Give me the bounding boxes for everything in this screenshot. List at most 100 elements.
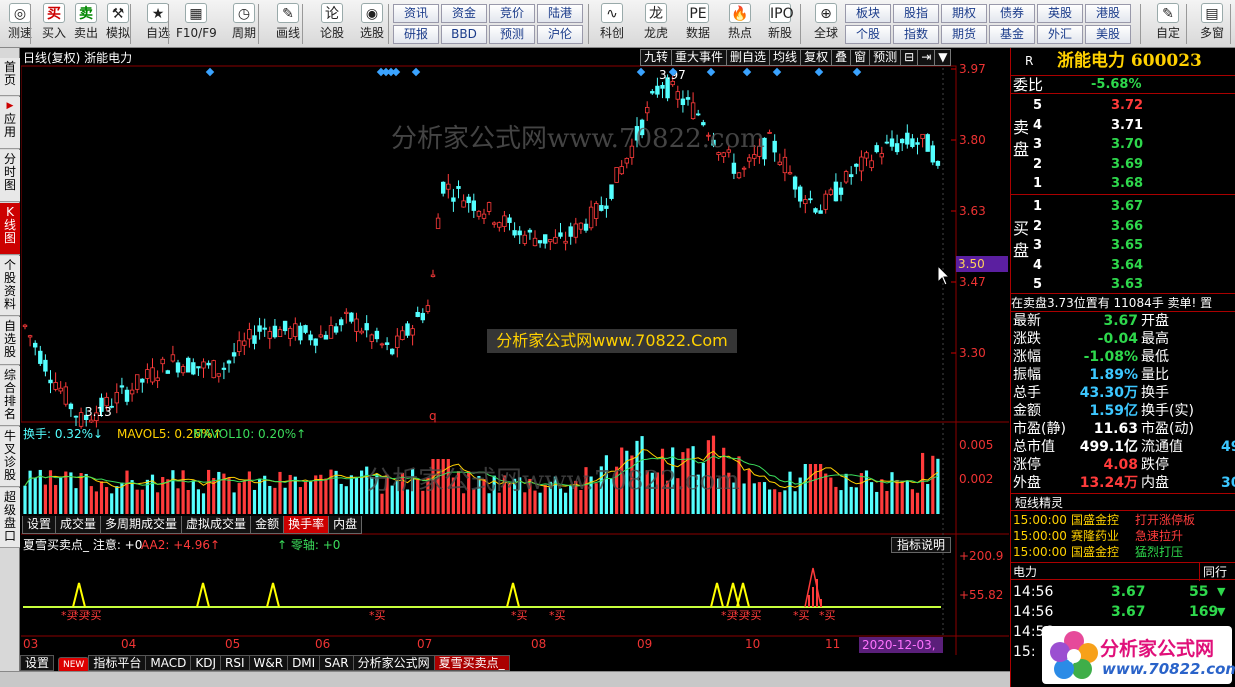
- chart-option-button[interactable]: ⇥: [917, 49, 936, 66]
- toolbar-dragon-tiger-button[interactable]: 龙龙虎: [636, 0, 676, 40]
- chart-option-button[interactable]: ▼: [934, 49, 952, 66]
- volume-sub-tab[interactable]: 内盘: [328, 516, 363, 534]
- quick-button[interactable]: 期权: [941, 4, 987, 23]
- sell-level-row[interactable]: 3 3.70: [1011, 136, 1235, 154]
- toolbar-f10-button[interactable]: ▦ F10/F9: [176, 0, 217, 40]
- volume-sub-tab[interactable]: 金额: [250, 516, 285, 534]
- short-line-item[interactable]: 15:00:00 赛隆药业 急速拉升: [1011, 528, 1235, 544]
- indicator-tab[interactable]: KDJ: [190, 655, 221, 671]
- peers-tab[interactable]: 同行: [1199, 563, 1227, 581]
- stat-right-label: 最高: [1141, 331, 1169, 347]
- chart-option-button[interactable]: 窗: [850, 49, 871, 66]
- buy-level-row[interactable]: 3 3.65: [1011, 237, 1235, 255]
- candle-body: [502, 215, 507, 227]
- indicator-tab[interactable]: RSI: [220, 655, 250, 671]
- candle-body: [532, 237, 538, 247]
- quick-button[interactable]: 个股: [845, 25, 891, 44]
- volume-sub-tab[interactable]: 成交量: [55, 516, 102, 534]
- toolbar-hot-button[interactable]: 🔥 热点: [720, 0, 760, 40]
- quick-button[interactable]: 资金: [441, 4, 487, 23]
- sell-level-row[interactable]: 5 3.72: [1011, 97, 1235, 115]
- quick-button[interactable]: 沪伦: [537, 25, 583, 44]
- toolbar-custom-button[interactable]: ✎ 自定: [1148, 0, 1188, 40]
- chart-option-button[interactable]: 重大事件: [671, 49, 728, 66]
- left-tab-label: K线图: [4, 205, 17, 245]
- chart-option-button[interactable]: 九转: [640, 49, 673, 66]
- quick-button[interactable]: BBD: [441, 25, 487, 44]
- indicator-tab[interactable]: 分析家公式网: [352, 655, 435, 671]
- buy-level-row[interactable]: 1 3.67: [1011, 198, 1235, 216]
- quick-button[interactable]: 基金: [989, 25, 1035, 44]
- toolbar-hammer-button[interactable]: ⚒ 模拟: [98, 0, 138, 40]
- volume-sub-tab[interactable]: 虚拟成交量: [181, 516, 252, 534]
- quick-button[interactable]: 板块: [845, 4, 891, 23]
- chart-option-button[interactable]: 均线: [769, 49, 802, 66]
- toolbar-star-button[interactable]: ★ 自选: [138, 0, 178, 40]
- event-marker-icon[interactable]: [814, 67, 824, 77]
- event-marker-icon[interactable]: [742, 67, 752, 77]
- toolbar-ipo-button[interactable]: IPO 新股: [760, 0, 800, 40]
- left-tab[interactable]: 综合排名: [0, 366, 20, 426]
- quick-button[interactable]: 债券: [989, 4, 1035, 23]
- toolbar-multi-window-button[interactable]: ▤ 多窗: [1192, 0, 1232, 40]
- left-tab[interactable]: 分时图: [0, 150, 20, 202]
- toolbar-globe-button[interactable]: ⊕ 全球: [806, 0, 846, 40]
- chart-option-button[interactable]: 预测: [869, 49, 902, 66]
- quick-button[interactable]: 研报: [393, 25, 439, 44]
- indicator-help-button[interactable]: 指标说明: [891, 537, 951, 553]
- sell-level-row[interactable]: 2 3.69: [1011, 156, 1235, 174]
- buy-level-row[interactable]: 4 3.64: [1011, 257, 1235, 275]
- left-tab[interactable]: 首页: [0, 58, 20, 96]
- indicator-tab[interactable]: MACD: [145, 655, 192, 671]
- left-tab[interactable]: K线图: [0, 203, 20, 255]
- short-line-item[interactable]: 15:00:00 国盛金控 打开涨停板: [1011, 512, 1235, 528]
- volume-sub-tab[interactable]: 换手率: [283, 516, 330, 534]
- toolbar-select-stock-button[interactable]: ◉ 选股: [352, 0, 392, 40]
- event-marker-icon[interactable]: [772, 67, 782, 77]
- volume-sub-tab[interactable]: 多周期成交量: [100, 516, 183, 534]
- quick-button[interactable]: 期货: [941, 25, 987, 44]
- toolbar-forum-button[interactable]: 论论股: [312, 0, 352, 40]
- event-marker-icon[interactable]: [205, 67, 215, 77]
- sell-level-row[interactable]: 1 3.68: [1011, 175, 1235, 193]
- quick-button[interactable]: 港股: [1085, 4, 1131, 23]
- quick-button[interactable]: 外汇: [1037, 25, 1083, 44]
- indicator-tab[interactable]: W&R: [248, 655, 289, 671]
- sell-level-row[interactable]: 4 3.71: [1011, 117, 1235, 135]
- quick-button[interactable]: 竞价: [489, 4, 535, 23]
- quick-button[interactable]: 资讯: [393, 4, 439, 23]
- volume-sub-tab[interactable]: 设置: [22, 516, 57, 534]
- chart-option-button[interactable]: 复权: [800, 49, 833, 66]
- toolbar-kechuang-button[interactable]: ∿ 科创: [592, 0, 632, 40]
- indicator-tab[interactable]: DMI: [287, 655, 321, 671]
- quick-button[interactable]: 指数: [893, 25, 939, 44]
- left-tab[interactable]: 自选股: [0, 317, 20, 365]
- left-tab[interactable]: 个股资料: [0, 256, 20, 316]
- indicator-tab[interactable]: SAR: [319, 655, 354, 671]
- quick-button[interactable]: 股指: [893, 4, 939, 23]
- chart-option-button[interactable]: 叠: [831, 49, 852, 66]
- event-marker-icon[interactable]: [852, 67, 862, 77]
- indicator-tab[interactable]: 指标平台: [88, 655, 147, 671]
- left-tab[interactable]: 牛叉诊股: [0, 427, 20, 487]
- event-marker-icon[interactable]: [706, 67, 716, 77]
- left-tab[interactable]: 超级盘口: [0, 488, 20, 548]
- short-line-item[interactable]: 15:00:00 国盛金控 猛烈打压: [1011, 544, 1235, 560]
- toolbar-pe-data-button[interactable]: PE 数据: [678, 0, 718, 40]
- kline-chart-area[interactable]: 3.973.803.633.473.303.973.13q换手: 0.32%↓M…: [21, 48, 1009, 668]
- left-tab[interactable]: ▶ 应用: [0, 97, 20, 149]
- indicator-tab[interactable]: 设置: [20, 655, 55, 671]
- watermark-main: 分析家公式网www.70822.com: [391, 124, 765, 154]
- indicator-tab[interactable]: 夏雪买卖点_: [433, 655, 510, 671]
- chart-option-button[interactable]: 删自选: [726, 49, 771, 66]
- event-marker-icon[interactable]: [411, 67, 421, 77]
- quick-button[interactable]: 预测: [489, 25, 535, 44]
- quick-button[interactable]: 英股: [1037, 4, 1083, 23]
- quick-button[interactable]: 陆港: [537, 4, 583, 23]
- buy-level-row[interactable]: 5 3.63: [1011, 276, 1235, 294]
- quick-button[interactable]: 美股: [1085, 25, 1131, 44]
- event-marker-icon[interactable]: [391, 67, 401, 77]
- event-marker-icon[interactable]: [636, 67, 646, 77]
- buy-level-row[interactable]: 2 3.66: [1011, 218, 1235, 236]
- chart-option-button[interactable]: ⊟: [900, 49, 919, 66]
